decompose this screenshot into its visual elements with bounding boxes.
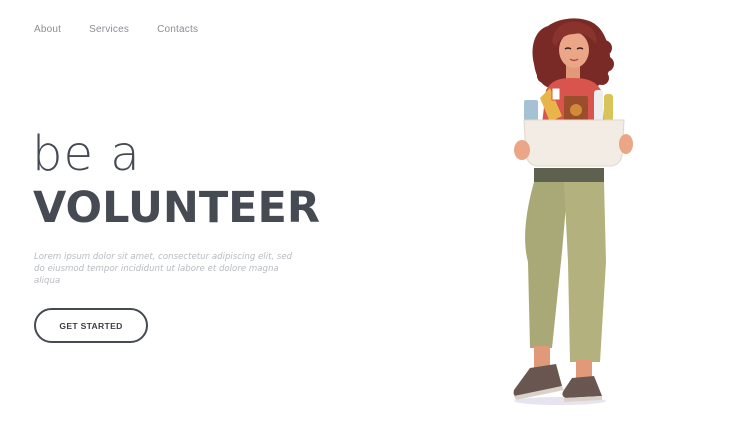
volunteer-illustration — [513, 18, 633, 405]
curl — [596, 40, 612, 56]
nav-link-services[interactable]: Services — [89, 24, 129, 35]
get-started-label: GET STARTED — [59, 320, 123, 331]
hero-description: Lorem ipsum dolor sit amet, consectetur … — [34, 252, 293, 286]
snack-bag-dots — [570, 104, 582, 116]
face — [559, 32, 589, 68]
shoe-right-icon — [562, 376, 602, 398]
bottle-icon — [594, 90, 603, 124]
hand-badge-icon — [551, 87, 561, 101]
curl — [598, 56, 614, 72]
hero-title-line1: be a — [32, 126, 141, 182]
curl — [595, 71, 609, 85]
pants-left-leg — [525, 182, 568, 348]
nav-link-contacts[interactable]: Contacts — [157, 24, 198, 35]
landing-page: About Services Contacts be a VOLUNTEER L… — [0, 0, 736, 425]
get-started-button[interactable]: GET STARTED — [34, 308, 148, 343]
top-nav: About Services Contacts — [34, 24, 198, 35]
curl — [537, 69, 551, 83]
hand-right — [619, 134, 633, 154]
curl — [537, 38, 553, 54]
nav-link-about[interactable]: About — [34, 24, 61, 35]
pants-right-leg — [564, 182, 606, 362]
hand-left — [514, 140, 530, 160]
curl — [534, 54, 550, 70]
hero-title-line2: VOLUNTEER — [33, 183, 321, 233]
donation-box-icon — [523, 119, 625, 167]
